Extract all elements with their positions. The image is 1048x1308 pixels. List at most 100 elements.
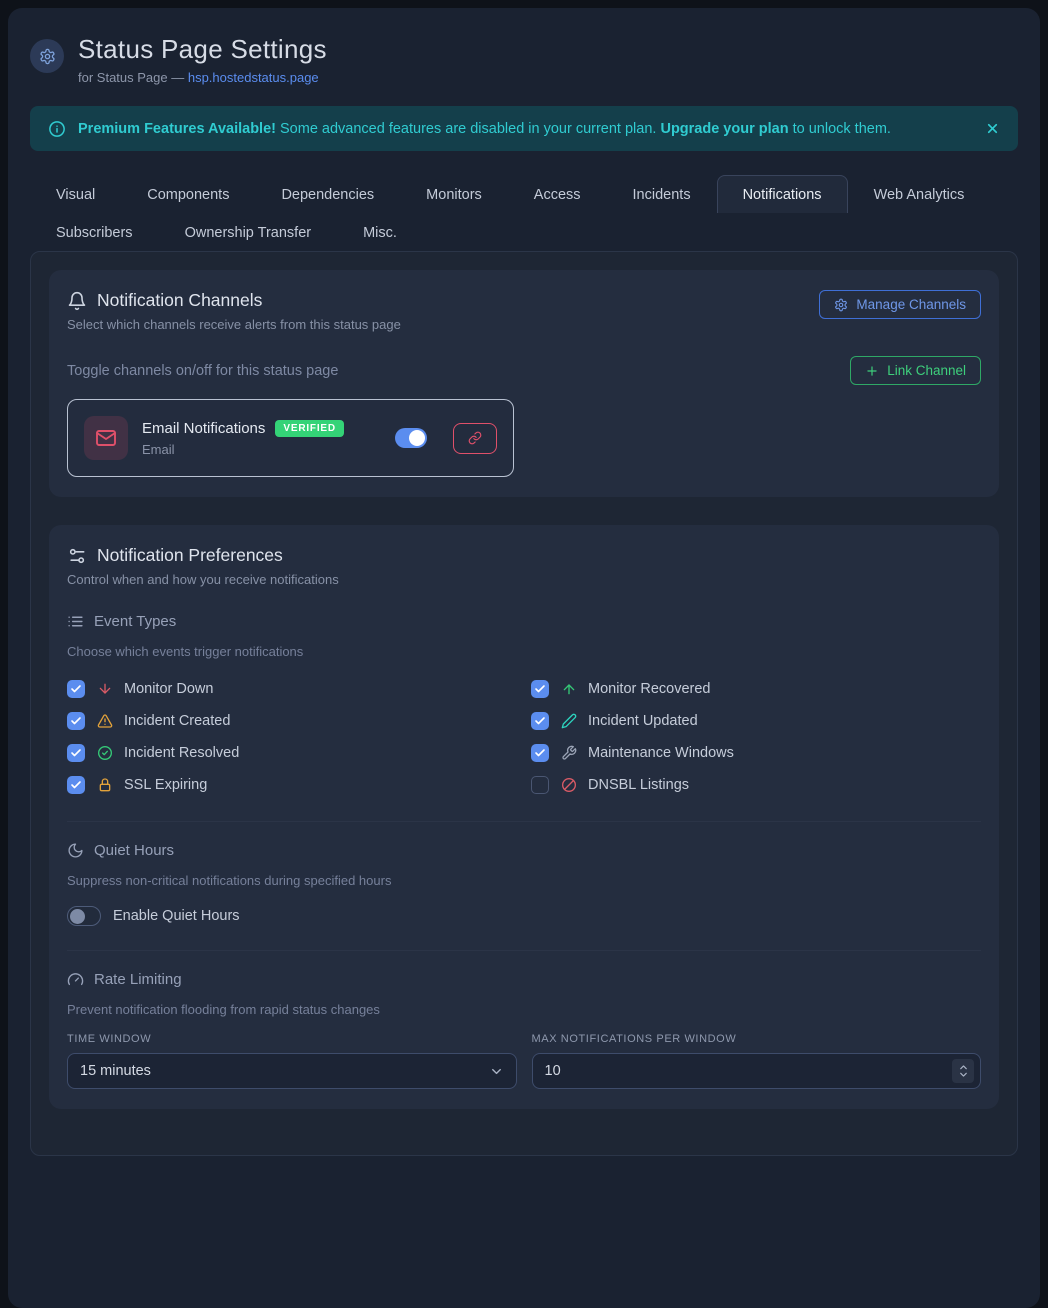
chevron-down-icon bbox=[489, 1064, 504, 1079]
verified-badge: VERIFIED bbox=[275, 420, 344, 437]
email-channel-card: Email Notifications VERIFIED Email bbox=[67, 399, 514, 477]
tab-access[interactable]: Access bbox=[508, 175, 607, 213]
notification-channels-card: Notification Channels Select which chann… bbox=[49, 270, 999, 497]
event-checkbox-maintenance-windows[interactable] bbox=[531, 744, 549, 762]
premium-banner: Premium Features Available! Some advance… bbox=[30, 106, 1018, 151]
arrow-up-icon bbox=[560, 681, 577, 697]
event-type-label: Monitor Down bbox=[124, 681, 213, 697]
number-stepper[interactable] bbox=[952, 1059, 974, 1083]
tab-components[interactable]: Components bbox=[121, 175, 255, 213]
close-icon bbox=[985, 121, 1000, 136]
gear-icon bbox=[39, 48, 56, 65]
event-types-title: Event Types bbox=[94, 613, 176, 630]
lock-icon bbox=[96, 777, 113, 793]
time-window-label: TIME WINDOW bbox=[67, 1033, 517, 1045]
toggle-channels-hint: Toggle channels on/off for this status p… bbox=[67, 363, 338, 379]
event-types-subtitle: Choose which events trigger notification… bbox=[67, 644, 981, 659]
event-checkbox-incident-created[interactable] bbox=[67, 712, 85, 730]
rate-limiting-title: Rate Limiting bbox=[94, 971, 182, 988]
channel-link-button[interactable] bbox=[453, 423, 497, 454]
banner-close-button[interactable] bbox=[985, 121, 1000, 136]
notifications-tab-panel: Notification Channels Select which chann… bbox=[30, 251, 1018, 1156]
tab-ownership-transfer[interactable]: Ownership Transfer bbox=[159, 213, 338, 251]
bell-icon bbox=[67, 291, 87, 311]
event-type-row: Monitor Down bbox=[67, 673, 517, 705]
event-type-label: Incident Resolved bbox=[124, 745, 239, 761]
pencil-icon bbox=[560, 713, 577, 729]
tab-web-analytics[interactable]: Web Analytics bbox=[848, 175, 991, 213]
page-subtitle: for Status Page — hsp.hostedstatus.page bbox=[78, 70, 327, 85]
event-checkbox-incident-resolved[interactable] bbox=[67, 744, 85, 762]
stepper-chevrons-icon bbox=[958, 1064, 969, 1078]
event-types-grid: Monitor Down Incident Created Incident Res… bbox=[67, 673, 981, 801]
moon-icon bbox=[67, 842, 84, 859]
manage-channels-button[interactable]: Manage Channels bbox=[819, 290, 981, 319]
event-checkbox-incident-updated[interactable] bbox=[531, 712, 549, 730]
tab-row-2: SubscribersOwnership TransferMisc. bbox=[30, 213, 1018, 251]
email-channel-toggle[interactable] bbox=[395, 428, 427, 448]
warning-icon bbox=[96, 713, 113, 729]
chain-link-icon bbox=[468, 431, 482, 445]
ban-icon bbox=[560, 777, 577, 793]
event-type-row: Incident Created bbox=[67, 705, 517, 737]
tab-subscribers[interactable]: Subscribers bbox=[30, 213, 159, 251]
page-title: Status Page Settings bbox=[78, 34, 327, 65]
event-type-label: Monitor Recovered bbox=[588, 681, 711, 697]
channel-type: Email bbox=[142, 442, 344, 457]
event-type-label: Incident Created bbox=[124, 713, 230, 729]
quiet-hours-toggle-label: Enable Quiet Hours bbox=[113, 908, 240, 924]
event-type-label: DNSBL Listings bbox=[588, 777, 689, 793]
rate-limiting-subtitle: Prevent notification flooding from rapid… bbox=[67, 1002, 981, 1017]
event-checkbox-dnsbl-listings[interactable] bbox=[531, 776, 549, 794]
max-notifications-field bbox=[532, 1053, 982, 1089]
list-icon bbox=[67, 613, 84, 630]
event-type-label: Maintenance Windows bbox=[588, 745, 734, 761]
preferences-section-title: Notification Preferences bbox=[97, 545, 283, 566]
tab-dependencies[interactable]: Dependencies bbox=[255, 175, 400, 213]
event-type-row: DNSBL Listings bbox=[531, 769, 981, 801]
arrow-down-icon bbox=[96, 681, 113, 697]
tab-notifications[interactable]: Notifications bbox=[717, 175, 848, 213]
event-checkbox-monitor-recovered[interactable] bbox=[531, 680, 549, 698]
divider bbox=[67, 821, 981, 822]
tab-incidents[interactable]: Incidents bbox=[607, 175, 717, 213]
settings-tabs: VisualComponentsDependenciesMonitorsAcce… bbox=[30, 175, 1018, 251]
event-checkbox-ssl-expiring[interactable] bbox=[67, 776, 85, 794]
page-header: Status Page Settings for Status Page — h… bbox=[30, 34, 1018, 85]
notification-preferences-card: Notification Preferences Control when an… bbox=[49, 525, 999, 1109]
preferences-section-subtitle: Control when and how you receive notific… bbox=[67, 572, 981, 587]
quiet-hours-toggle[interactable] bbox=[67, 906, 101, 926]
event-type-row: Incident Resolved bbox=[67, 737, 517, 769]
tab-row-1: VisualComponentsDependenciesMonitorsAcce… bbox=[30, 175, 1018, 213]
time-window-select[interactable]: 15 minutes bbox=[67, 1053, 517, 1089]
quiet-hours-title: Quiet Hours bbox=[94, 842, 174, 859]
event-type-row: Monitor Recovered bbox=[531, 673, 981, 705]
channel-name: Email Notifications bbox=[142, 420, 265, 437]
tools-icon bbox=[560, 745, 577, 761]
event-type-row: Maintenance Windows bbox=[531, 737, 981, 769]
channels-section-title: Notification Channels bbox=[97, 290, 262, 311]
max-notifications-label: MAX NOTIFICATIONS PER WINDOW bbox=[532, 1033, 982, 1045]
divider bbox=[67, 950, 981, 951]
tab-monitors[interactable]: Monitors bbox=[400, 175, 508, 213]
status-page-url-link[interactable]: hsp.hostedstatus.page bbox=[188, 70, 319, 85]
info-icon bbox=[48, 120, 66, 138]
upgrade-plan-link[interactable]: Upgrade your plan bbox=[660, 121, 788, 137]
event-type-row: SSL Expiring bbox=[67, 769, 517, 801]
email-icon bbox=[84, 416, 128, 460]
channels-section-subtitle: Select which channels receive alerts fro… bbox=[67, 317, 401, 332]
premium-banner-text: Premium Features Available! Some advance… bbox=[78, 121, 973, 137]
event-type-label: SSL Expiring bbox=[124, 777, 207, 793]
settings-avatar bbox=[30, 39, 64, 73]
status-page-settings-window: Status Page Settings for Status Page — h… bbox=[8, 8, 1040, 1308]
quiet-hours-subtitle: Suppress non-critical notifications duri… bbox=[67, 873, 981, 888]
event-checkbox-monitor-down[interactable] bbox=[67, 680, 85, 698]
event-type-row: Incident Updated bbox=[531, 705, 981, 737]
tab-misc[interactable]: Misc. bbox=[337, 213, 423, 251]
gauge-icon bbox=[67, 971, 84, 988]
tab-visual[interactable]: Visual bbox=[30, 175, 121, 213]
link-channel-button[interactable]: Link Channel bbox=[850, 356, 981, 385]
max-notifications-input[interactable] bbox=[545, 1063, 953, 1079]
gear-icon bbox=[834, 298, 848, 312]
event-type-label: Incident Updated bbox=[588, 713, 698, 729]
